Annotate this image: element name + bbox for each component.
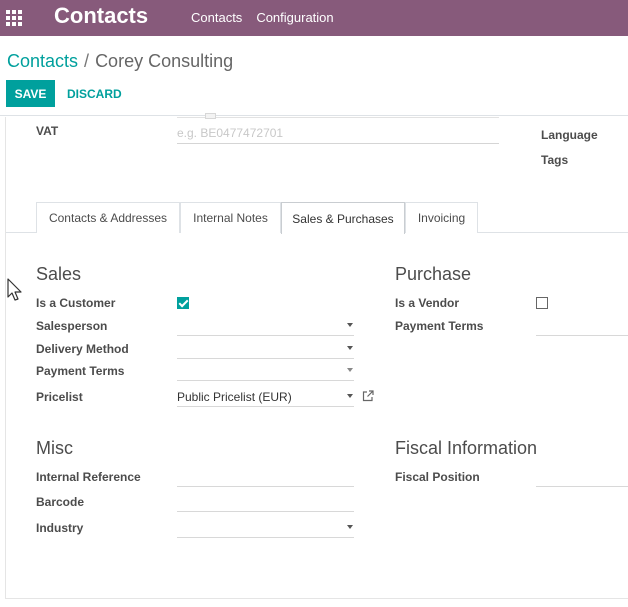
- sheet-top-notch: [205, 113, 216, 119]
- industry-label: Industry: [36, 521, 84, 535]
- fiscal-section-title: Fiscal Information: [395, 438, 538, 458]
- tab-invoicing[interactable]: Invoicing: [405, 202, 478, 233]
- internal-reference-label: Internal Reference: [36, 470, 141, 484]
- top-divider: [177, 117, 499, 118]
- chevron-down-icon: [347, 525, 353, 529]
- salesperson-select[interactable]: [177, 318, 354, 336]
- top-navbar: Contacts Contacts Configuration: [0, 0, 628, 36]
- language-label: Language: [541, 128, 598, 142]
- breadcrumb-contacts-link[interactable]: Contacts: [7, 51, 78, 71]
- payment-terms-label: Payment Terms: [36, 364, 125, 378]
- purchase-payment-terms-select[interactable]: [536, 318, 628, 336]
- tab-internal-notes[interactable]: Internal Notes: [180, 202, 281, 233]
- app-title: Contacts: [54, 3, 149, 28]
- discard-button[interactable]: DISCARD: [63, 80, 126, 107]
- pricelist-select[interactable]: Public Pricelist (EUR): [177, 389, 354, 407]
- sales-section-title: Sales: [36, 264, 82, 284]
- pricelist-label: Pricelist: [36, 390, 83, 404]
- chevron-down-icon: [347, 346, 353, 350]
- is-customer-checkbox[interactable]: [177, 297, 189, 309]
- internal-reference-input[interactable]: [177, 469, 354, 487]
- is-vendor-label: Is a Vendor: [395, 296, 460, 310]
- misc-section-title: Misc: [36, 438, 73, 458]
- tab-sales-purchases[interactable]: Sales & Purchases: [281, 202, 405, 234]
- chevron-down-icon: [347, 323, 353, 327]
- tags-label: Tags: [541, 153, 569, 167]
- main-menu: Contacts Configuration: [191, 10, 334, 25]
- breadcrumb: Contacts / Corey Consulting: [7, 51, 233, 72]
- apps-grid-icon[interactable]: [6, 10, 22, 26]
- is-vendor-checkbox[interactable]: [536, 297, 548, 309]
- purchase-section-title: Purchase: [395, 264, 472, 284]
- pricelist-value: Public Pricelist (EUR): [177, 390, 292, 404]
- external-link-icon[interactable]: [362, 390, 374, 402]
- save-button[interactable]: SAVE: [6, 80, 55, 107]
- barcode-label: Barcode: [36, 495, 85, 509]
- chevron-down-icon: [347, 394, 353, 398]
- form-sheet: VAT e.g. BE0477472701 Language Tags Cont…: [5, 113, 628, 599]
- is-customer-label: Is a Customer: [36, 296, 116, 310]
- control-panel: Contacts / Corey Consulting SAVE DISCARD: [0, 36, 628, 116]
- delivery-method-label: Delivery Method: [36, 342, 129, 356]
- vat-label: VAT: [36, 124, 59, 138]
- vat-input[interactable]: e.g. BE0477472701: [177, 125, 499, 144]
- delivery-method-select[interactable]: [177, 341, 354, 359]
- menu-item-contacts[interactable]: Contacts: [191, 10, 242, 25]
- breadcrumb-current: Corey Consulting: [95, 51, 234, 71]
- tab-contacts-addresses[interactable]: Contacts & Addresses: [36, 202, 180, 233]
- industry-select[interactable]: [177, 520, 354, 538]
- payment-terms-select[interactable]: [177, 363, 354, 381]
- chevron-down-icon: [347, 368, 353, 372]
- fiscal-position-label: Fiscal Position: [395, 470, 480, 484]
- notebook-tabs: Contacts & Addresses Internal Notes Sale…: [6, 202, 628, 234]
- menu-item-configuration[interactable]: Configuration: [256, 10, 333, 25]
- barcode-input[interactable]: [177, 494, 354, 512]
- fiscal-position-select[interactable]: [536, 469, 628, 487]
- breadcrumb-separator: /: [84, 51, 90, 71]
- mouse-pointer-icon: [7, 278, 22, 301]
- salesperson-label: Salesperson: [36, 319, 108, 333]
- purchase-payment-terms-label: Payment Terms: [395, 319, 484, 333]
